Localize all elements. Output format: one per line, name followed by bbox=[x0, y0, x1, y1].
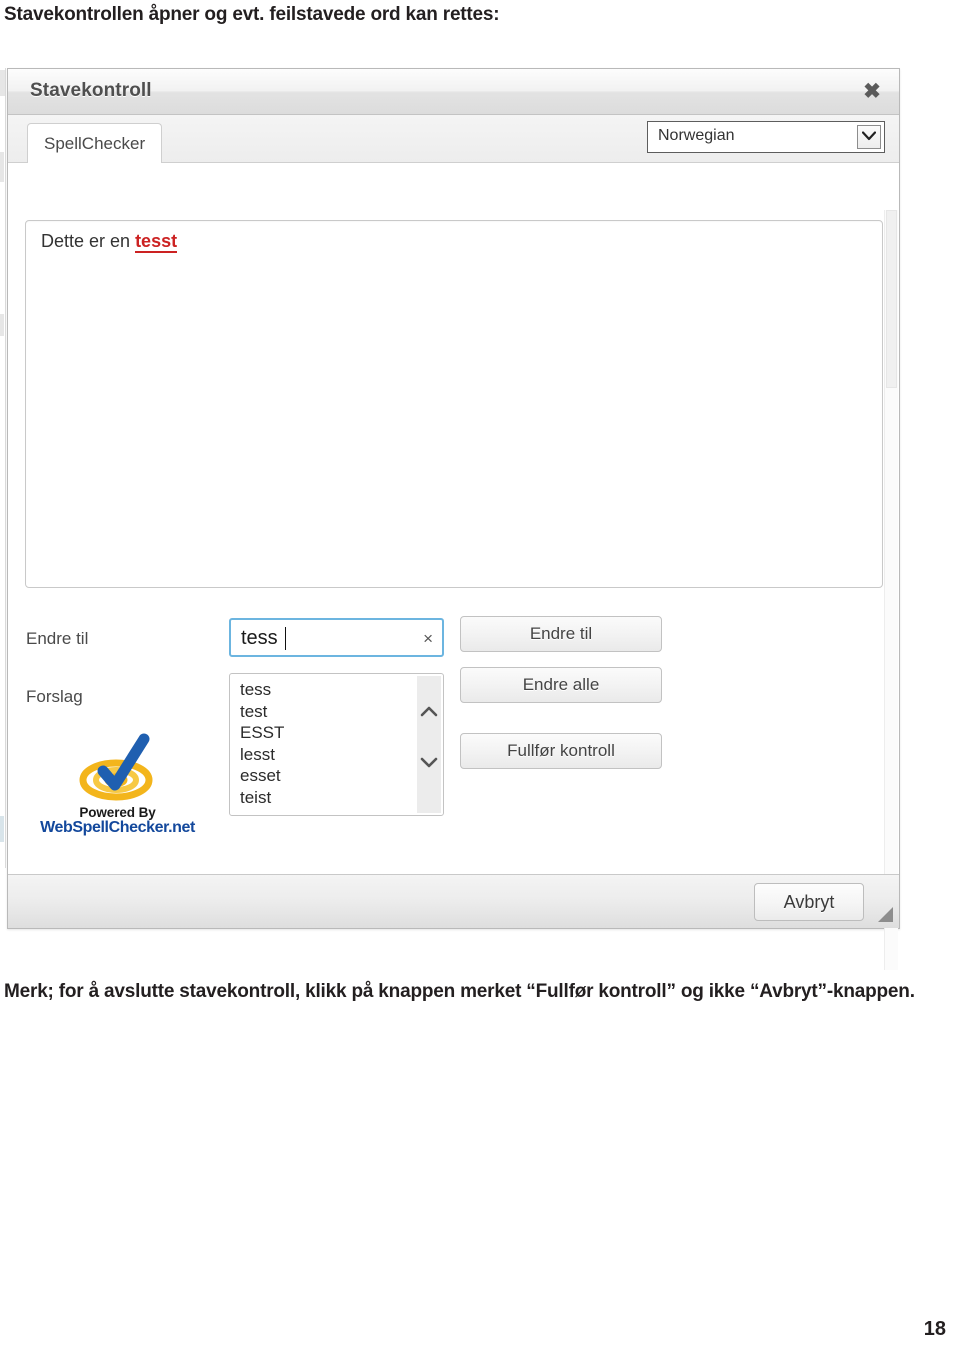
page-number: 18 bbox=[923, 1318, 946, 1340]
label-change-to: Endre til bbox=[26, 629, 89, 648]
language-select[interactable]: Norwegian bbox=[647, 121, 885, 153]
check-target-logo-icon bbox=[72, 733, 164, 803]
text-caret bbox=[285, 627, 286, 650]
cancel-button[interactable]: Avbryt bbox=[754, 883, 864, 921]
replace-with-input[interactable]: tess × bbox=[229, 618, 444, 657]
list-item[interactable]: test bbox=[230, 701, 415, 723]
edge-artifact-4 bbox=[0, 816, 4, 842]
list-item[interactable]: lesst bbox=[230, 744, 415, 766]
list-item[interactable]: tess bbox=[230, 679, 415, 701]
change-all-button[interactable]: Endre alle bbox=[460, 667, 662, 703]
list-item[interactable]: teist bbox=[230, 787, 415, 809]
finish-check-button[interactable]: Fullfør kontroll bbox=[460, 733, 662, 769]
dialog-body: Dette er en tesst Endre til Forslag tess… bbox=[8, 163, 899, 970]
tab-spellchecker[interactable]: SpellChecker bbox=[27, 123, 163, 164]
edge-artifact-3 bbox=[0, 314, 4, 336]
webspellchecker-logo: Powered By WebSpellChecker.net bbox=[30, 733, 205, 837]
close-icon[interactable]: ✖ bbox=[859, 79, 885, 105]
outro-caption: Merk; for å avslutte stavekontroll, klik… bbox=[4, 981, 915, 1002]
edge-artifact-line bbox=[5, 68, 6, 868]
suggestions-scrollbar[interactable] bbox=[417, 676, 441, 813]
edge-artifact-1 bbox=[0, 70, 5, 96]
resize-grip[interactable] bbox=[878, 907, 893, 922]
misspelled-word[interactable]: tesst bbox=[135, 231, 178, 253]
dialog-footer: Avbryt bbox=[8, 874, 899, 928]
replace-with-value: tess bbox=[241, 627, 278, 649]
clear-icon[interactable]: × bbox=[423, 629, 433, 649]
spellchecker-dialog: Stavekontroll ✖ SpellChecker Norwegian D… bbox=[7, 68, 900, 970]
text-editor-panel[interactable]: Dette er en tesst bbox=[25, 220, 883, 588]
chevron-down-icon[interactable] bbox=[857, 125, 881, 149]
logo-brand-text: WebSpellChecker.net bbox=[40, 819, 195, 836]
dialog-title: Stavekontroll bbox=[30, 80, 152, 101]
suggestions-listbox[interactable]: tess test ESST lesst esset teist bbox=[229, 673, 444, 816]
editor-text-content: Dette er en tesst bbox=[41, 231, 178, 253]
edge-artifact-2 bbox=[0, 152, 4, 182]
list-item[interactable]: ESST bbox=[230, 722, 415, 744]
suggestions-list: tess test ESST lesst esset teist bbox=[230, 679, 415, 809]
label-suggestions: Forslag bbox=[26, 687, 83, 706]
list-item[interactable]: esset bbox=[230, 765, 415, 787]
language-select-value: Norwegian bbox=[658, 127, 735, 144]
editor-text-prefix: Dette er en bbox=[41, 231, 136, 251]
dialog-titlebar: Stavekontroll ✖ bbox=[8, 69, 899, 115]
chevron-up-icon[interactable] bbox=[417, 704, 441, 722]
change-to-button[interactable]: Endre til bbox=[460, 616, 662, 652]
spellchecker-screenshot: Stavekontroll ✖ SpellChecker Norwegian D… bbox=[0, 56, 900, 970]
dialog-scrollbar[interactable] bbox=[884, 210, 898, 970]
dialog-tabstrip: SpellChecker Norwegian bbox=[8, 115, 899, 164]
logo-powered-by-text: Powered By bbox=[79, 805, 156, 820]
dialog-scrollbar-thumb[interactable] bbox=[886, 210, 897, 388]
intro-caption: Stavekontrollen åpner og evt. feilstaved… bbox=[4, 4, 500, 25]
chevron-down-icon[interactable] bbox=[417, 756, 441, 774]
